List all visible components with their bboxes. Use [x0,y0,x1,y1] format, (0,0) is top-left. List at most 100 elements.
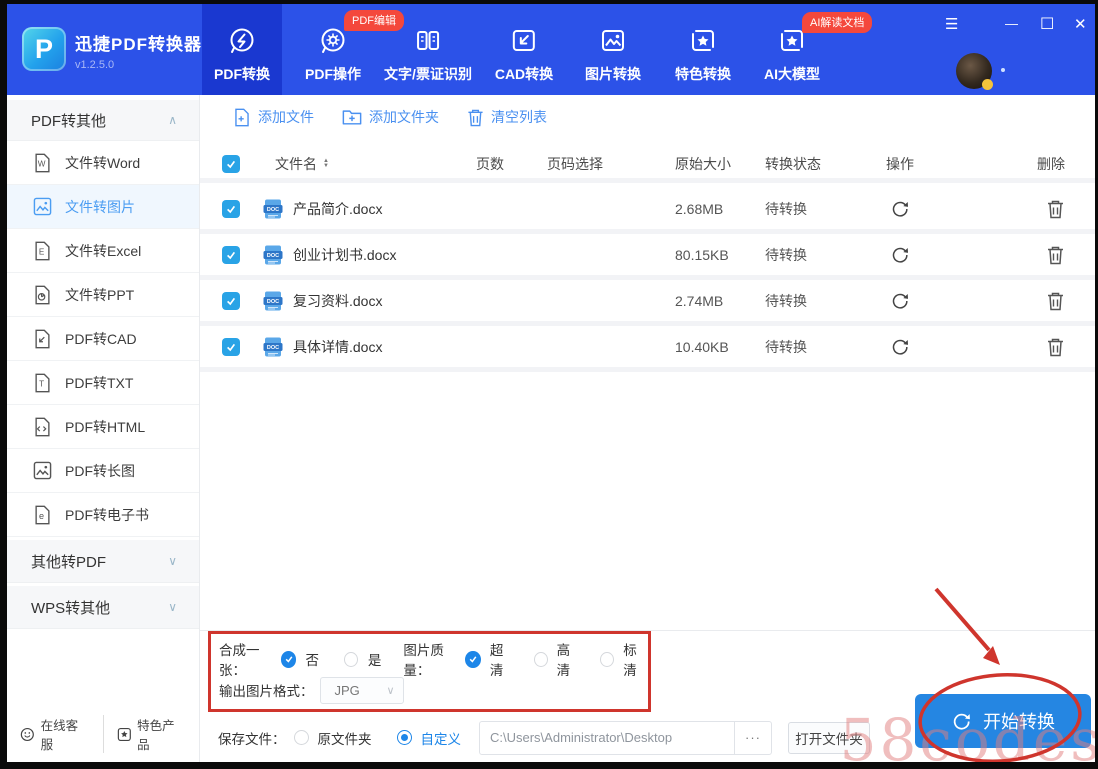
tab-label: PDF转换 [214,64,270,84]
sidebar-item-pdf-to-txt[interactable]: T PDF转TXT [7,361,199,405]
refresh-icon[interactable] [890,199,910,219]
tab-image-convert[interactable]: 图片转换 [573,4,653,95]
delete-icon[interactable] [1046,337,1065,357]
sidebar-item-pdf-to-html[interactable]: PDF转HTML [7,405,199,449]
row-checkbox[interactable] [222,292,240,310]
col-status: 转换状态 [750,154,870,174]
tab-cad-convert[interactable]: CAD转换 [483,4,565,95]
delete-icon[interactable] [1046,245,1065,265]
row-checkbox[interactable] [222,200,240,218]
sidebar-footer: 在线客服 特色产品 [7,715,199,753]
custom-folder-label[interactable]: 自定义 [421,728,462,748]
close-icon[interactable]: ✕ [1074,17,1087,32]
annotation-arrow-line [936,589,989,650]
sidebar-item-file-to-word[interactable]: W 文件转Word [7,141,199,185]
clear-list-button[interactable]: 清空列表 [467,107,547,127]
status-cell: 待转换 [750,245,870,265]
start-convert-button[interactable]: 开始转换 [915,694,1091,748]
save-path-input[interactable]: C:\Users\Administrator\Desktop [480,722,734,754]
footer-label: 在线客服 [41,715,90,753]
table-row[interactable]: DOC 复习资料.docx 2.74MB 待转换 [200,280,1095,326]
check-icon [225,249,237,261]
quality-super-label[interactable]: 超清 [490,639,515,679]
custom-folder-radio[interactable] [397,730,412,745]
open-folder-button[interactable]: 打开文件夹 [788,722,870,754]
refresh-icon[interactable] [890,245,910,265]
table-row[interactable]: DOC 创业计划书.docx 80.15KB 待转换 [200,234,1095,280]
delete-icon[interactable] [1046,199,1065,219]
refresh-icon[interactable] [890,291,910,311]
tool-label: 添加文件夹 [369,107,439,127]
convert-refresh-icon [951,711,972,732]
group-label: WPS转其他 [31,597,110,618]
sidebar-group-pdf-to-other[interactable]: PDF转其他 ∧ [7,100,199,141]
item-label: 文件转Excel [65,241,141,261]
quality-std-label[interactable]: 标清 [623,639,648,679]
sidebar-item-pdf-to-long-image[interactable]: PDF转长图 [7,449,199,493]
size-cell: 2.74MB [620,293,750,309]
refresh-icon[interactable] [890,337,910,357]
original-folder-radio[interactable] [294,730,309,745]
tab-label: CAD转换 [495,64,553,84]
sidebar-item-pdf-to-ebook[interactable]: e PDF转电子书 [7,493,199,537]
col-delete: 删除 [930,154,1095,174]
add-folder-icon [342,108,362,126]
avatar[interactable] [956,53,992,89]
sidebar-group-wps-to-other[interactable]: WPS转其他 ∨ [7,586,199,629]
col-size: 原始大小 [620,154,750,174]
table-row[interactable]: DOC 具体详情.docx 10.40KB 待转换 [200,326,1095,372]
sidebar-item-file-to-image[interactable]: 文件转图片 [7,185,199,229]
merge-yes-label[interactable]: 是 [368,649,382,669]
sidebar: PDF转其他 ∧ W 文件转Word 文件转图片 E 文件转Excel 文件转P… [7,95,200,762]
annotation-arrow-head [983,646,1000,665]
add-file-button[interactable]: 添加文件 [233,107,314,127]
row-checkbox[interactable] [222,246,240,264]
online-service-link[interactable]: 在线客服 [7,715,103,753]
svg-text:W: W [38,159,46,168]
app-window: P 迅捷PDF转换器 v1.2.5.0 PDF转换 PDF操作 文字/票证识别 [7,4,1095,762]
sidebar-group-other-to-pdf[interactable]: 其他转PDF ∨ [7,540,199,583]
quality-high-label[interactable]: 高清 [557,639,582,679]
svg-text:e: e [39,511,44,521]
tab-special-convert[interactable]: 特色转换 [663,4,743,95]
col-filename[interactable]: 文件名 [275,154,317,174]
menu-icon[interactable]: ☰ [945,17,958,32]
image-options-box: 合成一张： 否 是 图片质量： 超清 高清 标清 输出图片格式： JPG ∨ [208,631,651,712]
sidebar-item-pdf-to-cad[interactable]: PDF转CAD [7,317,199,361]
check-icon [225,295,237,307]
row-checkbox[interactable] [222,338,240,356]
status-cell: 待转换 [750,337,870,357]
featured-products-link[interactable]: 特色产品 [103,715,200,753]
browse-button[interactable]: ··· [734,722,771,754]
quality-high-radio[interactable] [534,652,548,667]
group-label: PDF转其他 [31,110,106,131]
merge-yes-radio[interactable] [344,652,358,667]
maximize-icon[interactable]: ☐ [1040,17,1054,33]
doc-file-icon: DOC [262,244,284,266]
quality-super-radio[interactable] [465,651,481,668]
tab-label: 图片转换 [585,64,641,84]
merge-no-label[interactable]: 否 [305,649,319,669]
delete-icon[interactable] [1046,291,1065,311]
item-label: PDF转HTML [65,417,145,437]
format-select[interactable]: JPG ∨ [320,677,404,704]
merge-no-radio[interactable] [281,651,297,668]
txt-file-icon: T [33,373,52,393]
svg-text:E: E [39,247,45,256]
quality-std-radio[interactable] [600,652,614,667]
sidebar-item-file-to-ppt[interactable]: 文件转PPT [7,273,199,317]
tab-pdf-convert[interactable]: PDF转换 [202,4,282,95]
select-all-checkbox[interactable] [222,155,240,173]
tab-label: AI大模型 [764,64,820,84]
cad-file-icon [33,329,52,349]
item-label: 文件转图片 [65,197,135,217]
svg-text:T: T [39,379,44,388]
ppt-file-icon [33,285,52,305]
table-row[interactable]: DOC 产品简介.docx 2.68MB 待转换 [200,188,1095,234]
chevron-up-icon: ∧ [168,113,177,127]
sort-icon[interactable]: ▲▼ [323,159,329,168]
sidebar-item-file-to-excel[interactable]: E 文件转Excel [7,229,199,273]
minimize-icon[interactable]: — [1005,17,1018,30]
original-folder-label[interactable]: 原文件夹 [318,728,372,748]
add-folder-button[interactable]: 添加文件夹 [342,107,439,127]
